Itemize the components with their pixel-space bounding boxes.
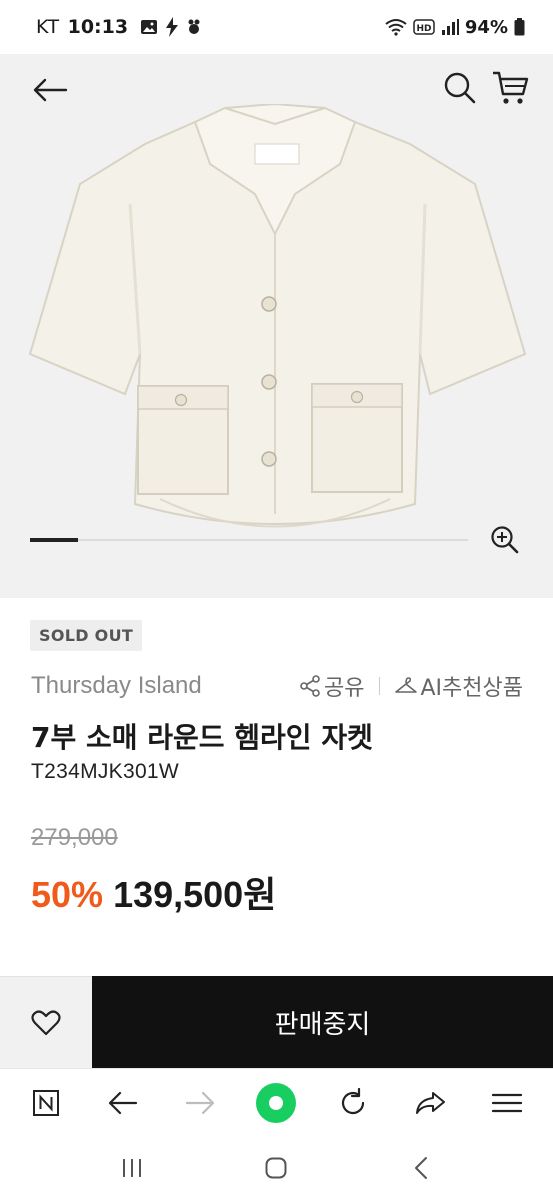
bolt-icon xyxy=(166,17,179,37)
zoom-button[interactable] xyxy=(485,520,525,560)
status-bar: KT 10:13 HD 94% xyxy=(0,0,553,54)
refresh-button[interactable] xyxy=(328,1078,378,1128)
share-icon xyxy=(415,1091,445,1114)
back-icon xyxy=(414,1157,427,1179)
jacket-image xyxy=(28,104,527,528)
hanger-icon xyxy=(394,677,417,693)
back-arrow-icon xyxy=(33,78,68,102)
battery-icon xyxy=(514,18,525,36)
ai-recommend-label: AI추천상품 xyxy=(420,676,524,701)
browser-back-button[interactable] xyxy=(98,1078,148,1128)
wishlist-button[interactable] xyxy=(0,976,92,1068)
original-price: 279,000 xyxy=(31,824,118,851)
ai-recommend-button[interactable]: AI추천상품 xyxy=(394,670,524,702)
status-right: HD 94% xyxy=(385,17,525,38)
menu-button[interactable] xyxy=(482,1078,532,1128)
cart-icon xyxy=(493,71,529,104)
product-actions: 공유 AI추천상품 xyxy=(299,670,523,702)
sold-out-badge: SOLD OUT xyxy=(30,620,143,651)
status-left: KT 10:13 xyxy=(36,16,202,38)
search-button[interactable] xyxy=(440,68,480,108)
app-icon xyxy=(188,19,200,34)
naver-home-button[interactable] xyxy=(21,1078,71,1128)
share-button[interactable]: 공유 xyxy=(299,670,365,702)
browser-forward-button[interactable] xyxy=(175,1078,225,1128)
refresh-icon xyxy=(342,1087,365,1114)
menu-icon xyxy=(491,1093,522,1112)
notification-icons xyxy=(140,17,202,37)
price-row: 50% 139,500원 xyxy=(31,866,276,918)
cart-button[interactable] xyxy=(488,68,532,108)
product-gallery[interactable] xyxy=(0,54,553,598)
recents-button[interactable] xyxy=(107,1143,157,1193)
gallery-icon xyxy=(141,20,158,34)
clock: 10:13 xyxy=(67,16,129,38)
brand-name[interactable]: Thursday Island xyxy=(31,672,202,700)
green-dot-icon xyxy=(256,1082,297,1123)
share-nodes-icon xyxy=(300,675,320,697)
forward-icon xyxy=(185,1091,214,1114)
battery-percent: 94% xyxy=(464,16,508,38)
home-icon xyxy=(265,1157,287,1179)
recents-icon xyxy=(123,1159,142,1177)
nav-back-button[interactable] xyxy=(396,1143,446,1193)
svg-text:HD: HD xyxy=(416,24,431,34)
back-icon xyxy=(108,1091,138,1114)
share-label: 공유 xyxy=(324,676,365,701)
home-button[interactable] xyxy=(251,1143,301,1193)
gallery-progress-fill xyxy=(30,538,79,542)
naver-n-icon xyxy=(33,1089,60,1116)
purchase-bar: 판매중지 xyxy=(0,976,553,1068)
product-title: 7부 소매 라운드 헴라인 자켓 xyxy=(31,721,373,754)
signal-icon xyxy=(441,19,459,35)
carrier-label: KT xyxy=(36,16,60,38)
browser-toolbar xyxy=(0,1068,553,1136)
sale-stopped-button[interactable]: 판매중지 xyxy=(92,976,553,1068)
green-dot-button[interactable] xyxy=(251,1078,301,1128)
share-page-button[interactable] xyxy=(405,1078,455,1128)
zoom-in-icon xyxy=(491,526,519,554)
actions-divider xyxy=(378,677,380,695)
gallery-progress xyxy=(30,538,468,542)
search-icon xyxy=(444,72,476,104)
product-code: T234MJK301W xyxy=(31,760,180,783)
system-nav-bar xyxy=(0,1136,553,1200)
heart-icon xyxy=(31,1009,61,1035)
hd-icon: HD xyxy=(413,19,435,35)
discount-rate: 50% xyxy=(31,874,104,915)
wifi-icon xyxy=(385,19,407,36)
sale-price: 139,500원 xyxy=(113,874,277,915)
